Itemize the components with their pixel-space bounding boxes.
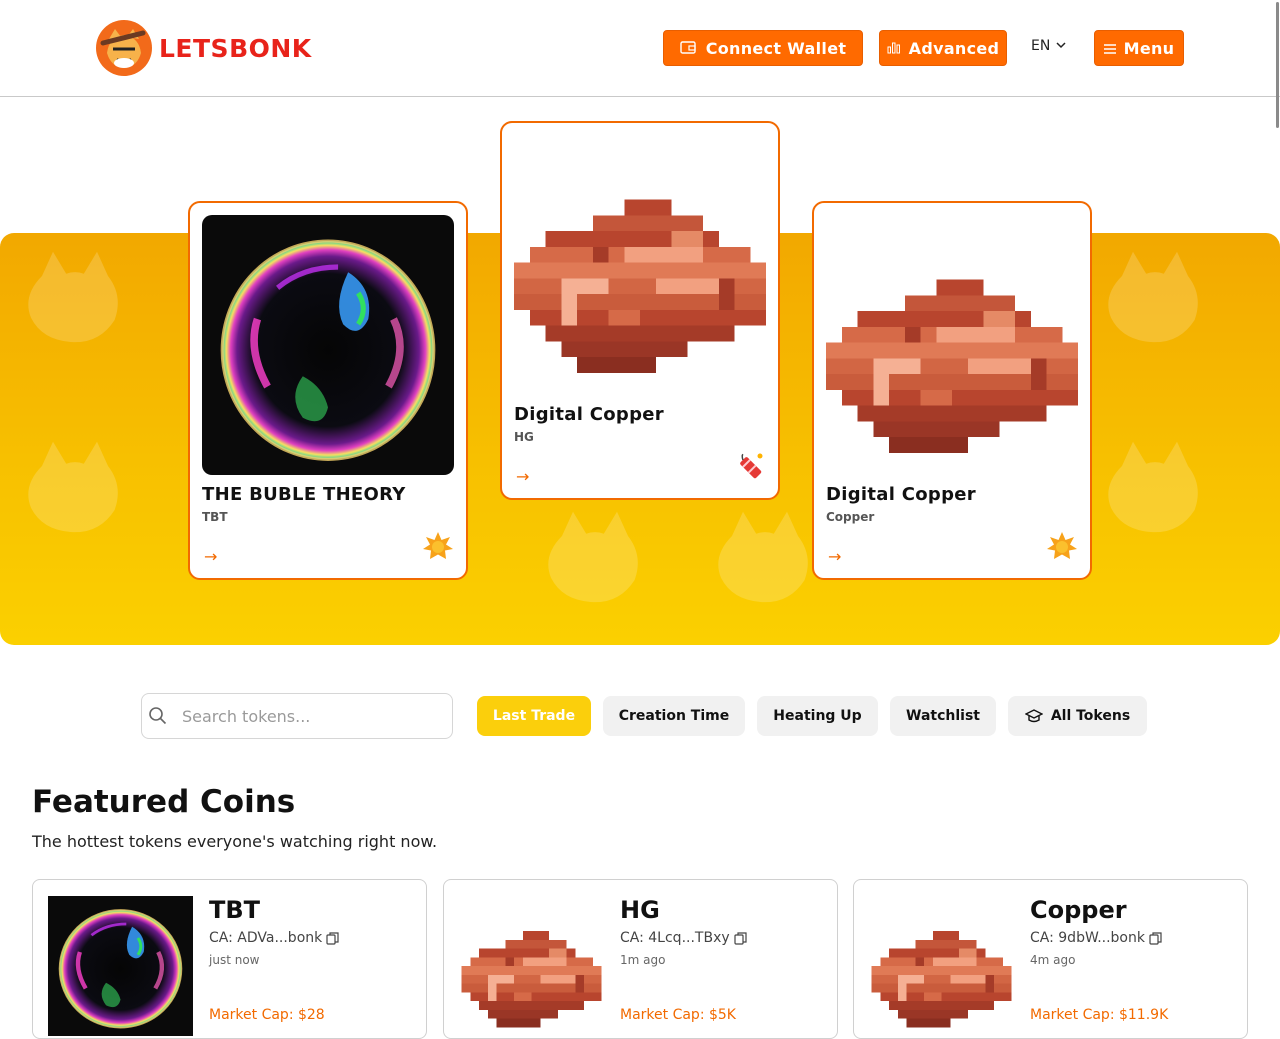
letsbonk-logo[interactable]: LETSBONK [95, 19, 312, 77]
dog-logo-icon [95, 19, 153, 77]
token-symbol: HG [514, 430, 534, 444]
connect-wallet-button[interactable]: Connect Wallet [663, 30, 863, 66]
featured-coin-card[interactable]: Copper CA: 9dbW...bonk 4m ago Market Cap… [853, 879, 1248, 1039]
contract-address: CA: 4Lcq...TBxy [620, 930, 747, 946]
arrow-right-icon[interactable]: → [828, 547, 841, 566]
search-input[interactable] [182, 706, 432, 726]
coin-name: HG [620, 896, 660, 924]
filter-watchlist[interactable]: Watchlist [890, 696, 996, 736]
section-subtitle: The hottest tokens everyone's watching r… [32, 832, 438, 851]
filter-all-tokens[interactable]: All Tokens [1008, 696, 1147, 736]
filter-heating-up[interactable]: Heating Up [757, 696, 878, 736]
connect-wallet-label: Connect Wallet [705, 38, 847, 58]
coin-age: 4m ago [1030, 953, 1076, 967]
top-header: LETSBONK Connect Wallet Advanced EN Menu [0, 0, 1280, 97]
arrow-right-icon[interactable]: → [516, 467, 529, 486]
copy-icon[interactable] [1149, 931, 1162, 945]
doge-pattern-icon [710, 503, 820, 613]
token-title: THE BUBLE THEORY [202, 484, 406, 505]
firecracker-icon [740, 453, 763, 479]
scrollbar-thumb[interactable] [1276, 2, 1279, 128]
token-image [514, 135, 766, 390]
coin-image [48, 896, 193, 1036]
copy-icon[interactable] [734, 931, 747, 945]
doge-pattern-icon [1100, 433, 1210, 543]
language-label: EN [1031, 38, 1051, 54]
wallet-icon [679, 39, 696, 58]
coin-image [459, 896, 604, 1036]
contract-address-text: CA: 9dbW...bonk [1030, 930, 1145, 946]
token-symbol: TBT [202, 510, 228, 524]
featured-coin-card[interactable]: HG CA: 4Lcq...TBxy 1m ago Market Cap: $5… [443, 879, 838, 1039]
market-cap: Market Cap: $28 [209, 1007, 325, 1023]
hamburger-icon [1103, 39, 1116, 58]
hero-token-card[interactable]: THE BUBLE THEORY TBT → [188, 201, 468, 580]
coin-name: TBT [209, 896, 261, 924]
doge-pattern-icon [1100, 243, 1210, 353]
contract-address: CA: 9dbW...bonk [1030, 930, 1162, 946]
star-burst-icon [422, 531, 454, 563]
doge-pattern-icon [20, 243, 130, 353]
filter-last-trade[interactable]: Last Trade [477, 696, 591, 736]
coin-name: Copper [1030, 896, 1127, 924]
hero-token-card[interactable]: Digital Copper HG → [500, 121, 780, 500]
search-box[interactable] [141, 693, 453, 739]
token-title: Digital Copper [826, 484, 976, 505]
logo-text: LETSBONK [159, 33, 312, 63]
filter-all-tokens-label: All Tokens [1050, 708, 1131, 724]
contract-address-text: CA: 4Lcq...TBxy [620, 930, 730, 946]
menu-button[interactable]: Menu [1094, 30, 1184, 66]
arrow-right-icon[interactable]: → [204, 547, 217, 566]
graduation-cap-icon [1024, 709, 1043, 723]
doge-pattern-icon [20, 433, 130, 543]
filter-creation-time[interactable]: Creation Time [603, 696, 745, 736]
doge-pattern-icon [540, 503, 650, 613]
copy-icon[interactable] [326, 931, 339, 945]
market-cap: Market Cap: $5K [620, 1007, 736, 1023]
contract-address: CA: ADVa...bonk [209, 930, 339, 946]
coin-age: just now [209, 953, 260, 967]
star-burst-icon [1046, 531, 1078, 563]
coin-age: 1m ago [620, 953, 666, 967]
search-icon [149, 707, 167, 725]
coin-image [869, 896, 1014, 1036]
language-selector[interactable]: EN [1031, 38, 1066, 54]
token-title: Digital Copper [514, 404, 664, 425]
menu-label: Menu [1123, 38, 1175, 58]
contract-address-text: CA: ADVa...bonk [209, 930, 323, 946]
hero-token-card[interactable]: Digital Copper Copper → [812, 201, 1092, 580]
chevron-down-icon [1056, 41, 1066, 52]
market-cap: Market Cap: $11.9K [1030, 1007, 1169, 1023]
featured-coin-card[interactable]: TBT CA: ADVa...bonk just now Market Cap:… [32, 879, 427, 1039]
token-image [826, 215, 1078, 470]
bar-chart-icon [887, 39, 901, 58]
page-scrollbar[interactable] [1274, 0, 1280, 130]
token-image [202, 215, 454, 475]
section-title: Featured Coins [32, 784, 296, 820]
token-symbol: Copper [826, 510, 875, 524]
advanced-label: Advanced [908, 38, 1000, 58]
advanced-button[interactable]: Advanced [879, 30, 1007, 66]
